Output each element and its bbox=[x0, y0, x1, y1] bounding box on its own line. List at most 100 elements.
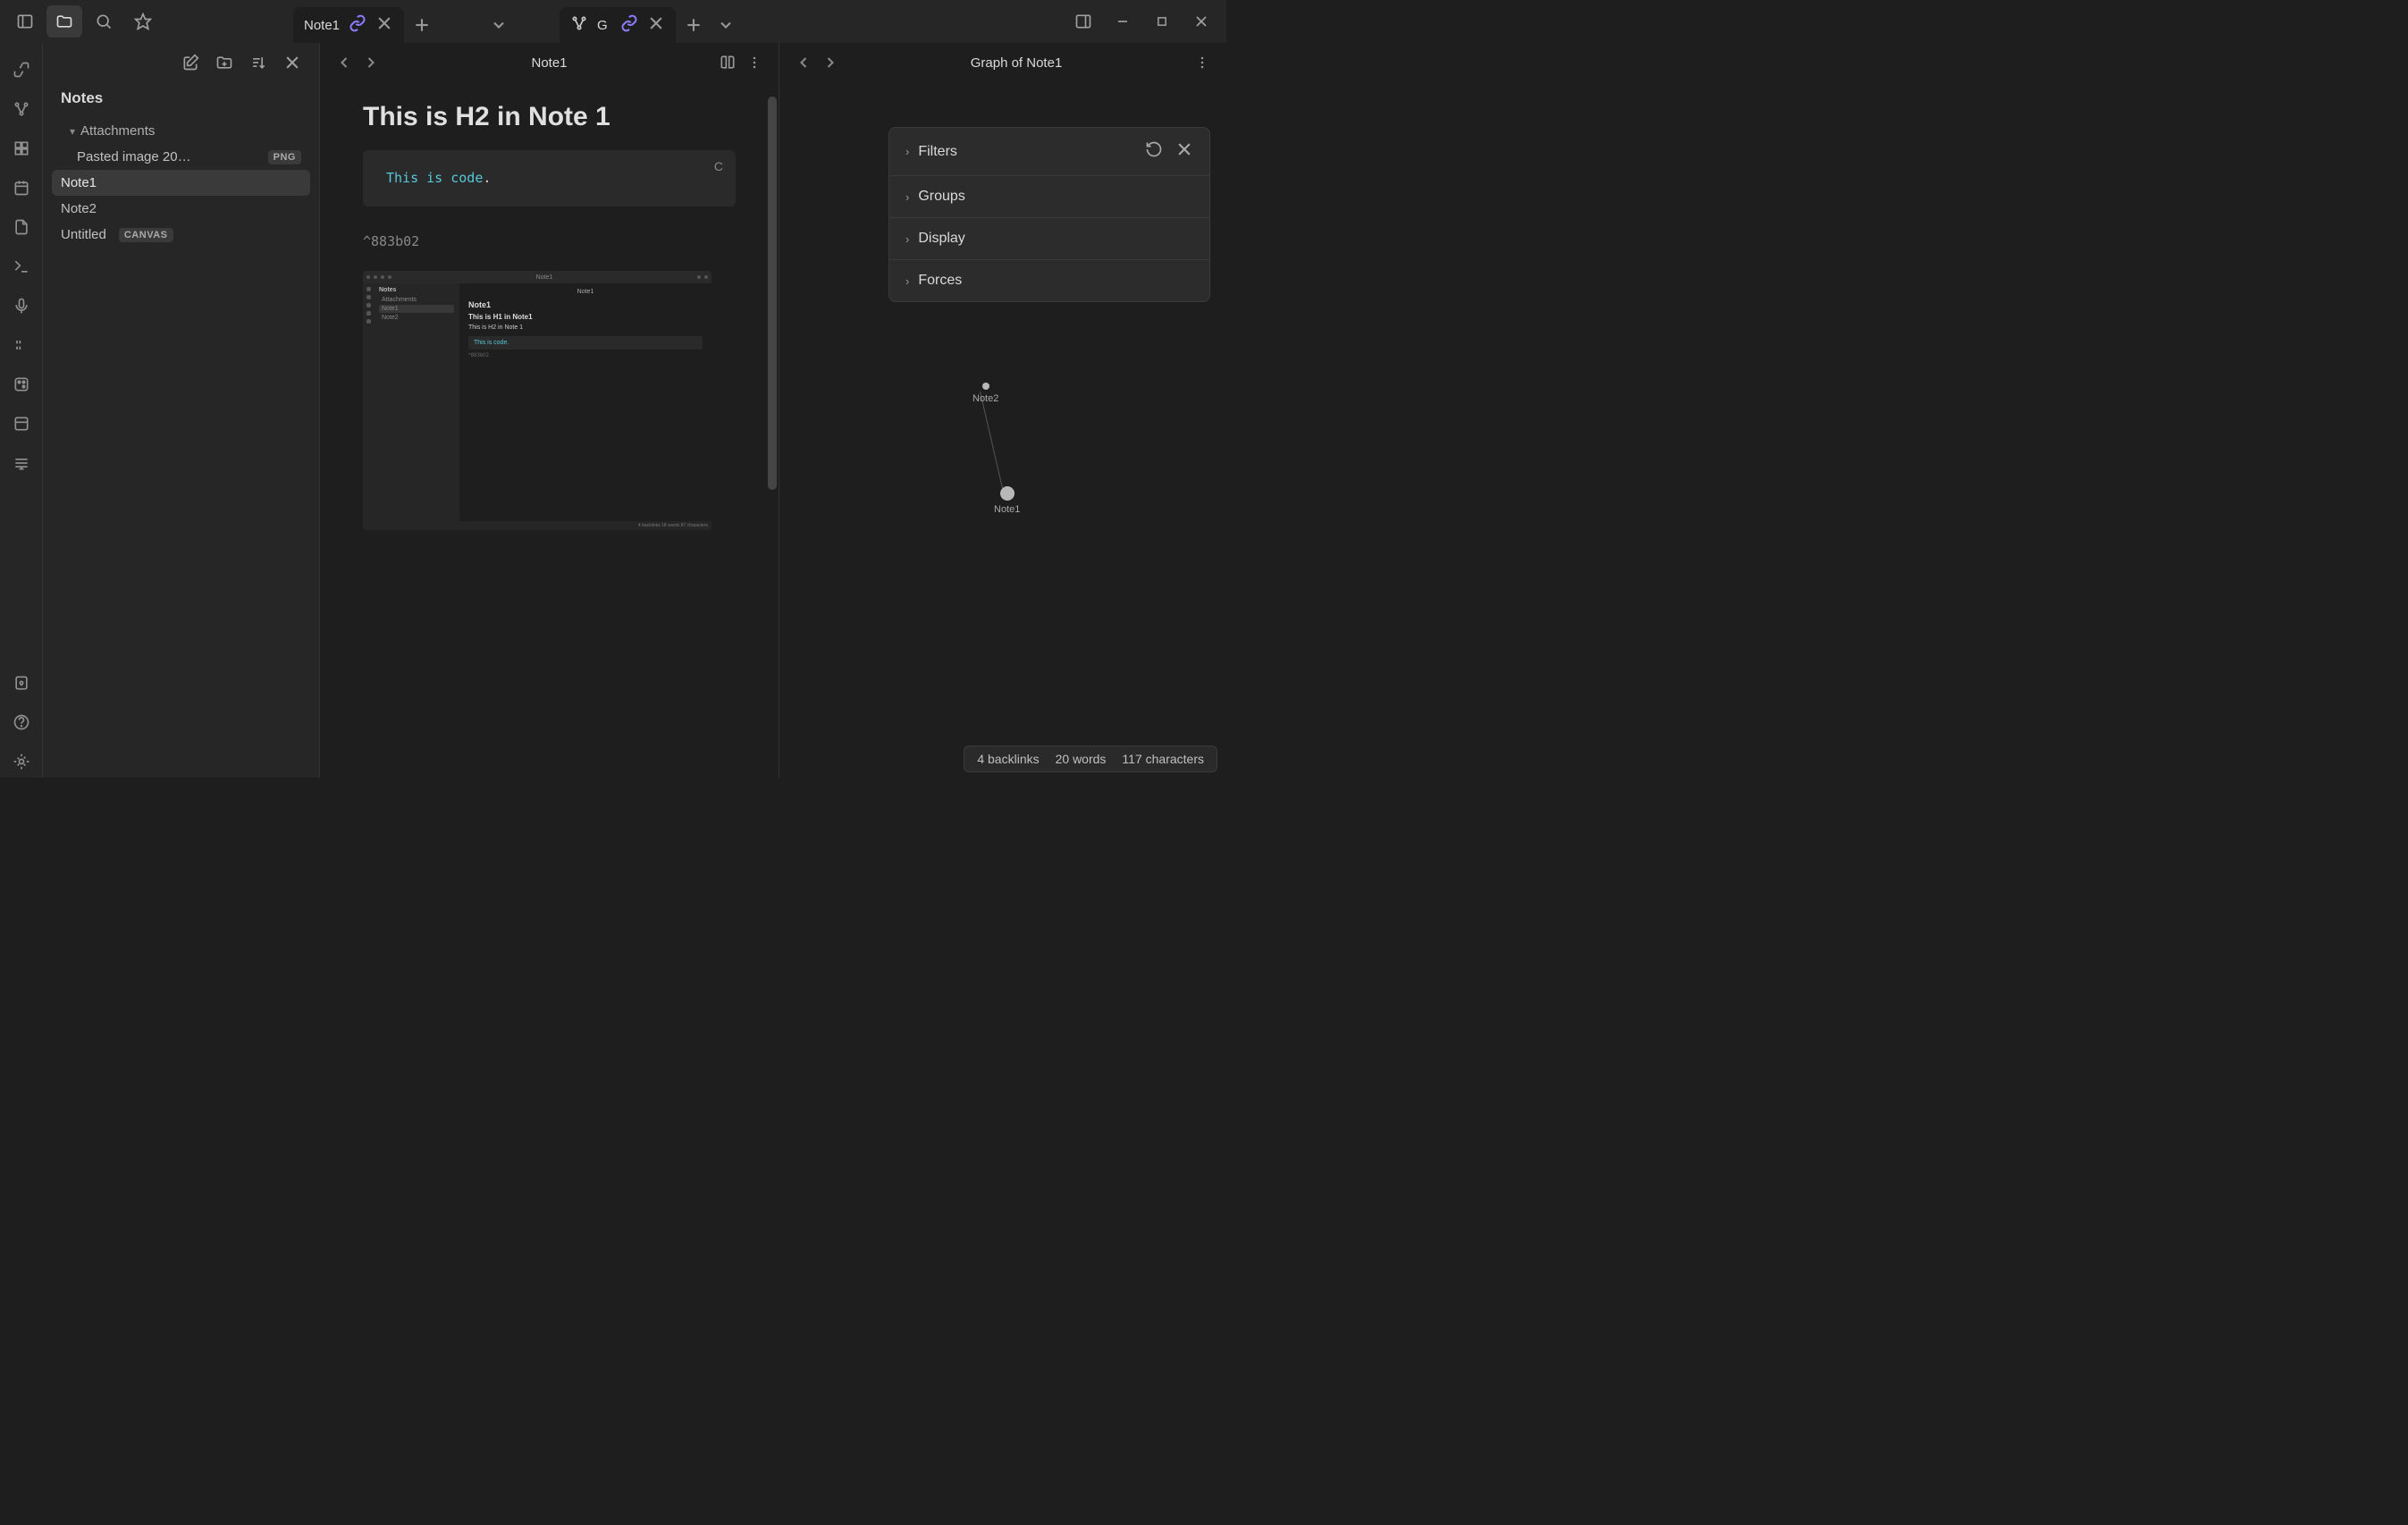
nav-forward-icon[interactable] bbox=[817, 49, 844, 76]
node-label: Note2 bbox=[972, 393, 998, 404]
quick-switcher-icon[interactable] bbox=[5, 54, 38, 86]
file-label: Untitled bbox=[61, 227, 106, 242]
ribbon bbox=[0, 43, 43, 778]
file-badge: CANVAS bbox=[119, 228, 173, 242]
status-bar: 4 backlinks 20 words 117 characters bbox=[964, 746, 1217, 772]
dice-icon[interactable] bbox=[5, 368, 38, 400]
markdown-icon[interactable] bbox=[5, 329, 38, 361]
control-label: Display bbox=[918, 231, 964, 247]
maximize-icon[interactable] bbox=[1144, 5, 1180, 38]
chevron-right-icon: › bbox=[905, 190, 909, 204]
more-options-icon[interactable] bbox=[1189, 49, 1216, 76]
tab-graph[interactable]: G bbox=[560, 7, 676, 43]
file-badge: PNG bbox=[268, 150, 301, 164]
new-tab-button-2[interactable] bbox=[678, 7, 710, 43]
close-icon[interactable] bbox=[647, 14, 665, 37]
bookmark-icon[interactable] bbox=[125, 5, 161, 38]
close-icon[interactable] bbox=[375, 14, 393, 37]
mic-icon[interactable] bbox=[5, 290, 38, 322]
graph-display-row[interactable]: › Display bbox=[889, 218, 1209, 260]
layout-icon[interactable] bbox=[5, 408, 38, 440]
graph-view-icon[interactable] bbox=[5, 93, 38, 125]
search-icon[interactable] bbox=[86, 5, 122, 38]
file-note1[interactable]: Note1 bbox=[52, 170, 310, 196]
canvas-icon[interactable] bbox=[5, 132, 38, 164]
graph-forces-row[interactable]: › Forces bbox=[889, 260, 1209, 301]
control-label: Groups bbox=[918, 189, 964, 205]
close-panel-icon[interactable] bbox=[1175, 140, 1193, 163]
sort-icon[interactable] bbox=[246, 50, 271, 75]
embedded-image[interactable]: Note1 Notes Attachments Note1 Note2 Note… bbox=[363, 271, 711, 530]
folder-label: Attachments bbox=[80, 123, 155, 139]
settings-icon[interactable] bbox=[5, 746, 38, 778]
stack-icon[interactable] bbox=[5, 447, 38, 479]
nav-forward-icon[interactable] bbox=[358, 49, 384, 76]
nav-back-icon[interactable] bbox=[331, 49, 358, 76]
graph-filters-row[interactable]: › Filters bbox=[889, 128, 1209, 176]
link-icon bbox=[349, 14, 366, 37]
main: Notes ▾ Attachments Pasted image 20… PNG… bbox=[0, 43, 1226, 778]
chevron-down-icon: ▾ bbox=[70, 125, 75, 138]
new-folder-icon[interactable] bbox=[212, 50, 237, 75]
control-label: Forces bbox=[918, 273, 962, 289]
graph-node-note2[interactable]: Note2 bbox=[972, 383, 998, 404]
sidebar-toolbar bbox=[43, 43, 319, 82]
help-icon[interactable] bbox=[5, 706, 38, 738]
graph-title: Graph of Note1 bbox=[844, 55, 1189, 71]
graph-node-note1[interactable]: Note1 bbox=[994, 486, 1020, 515]
new-note-icon[interactable] bbox=[178, 50, 203, 75]
vault-title[interactable]: Notes bbox=[43, 82, 319, 118]
templates-icon[interactable] bbox=[5, 211, 38, 243]
graph-controls-panel: › Filters › Groups › Display › bbox=[888, 127, 1210, 302]
link-icon bbox=[620, 14, 638, 37]
tab-label: G bbox=[597, 18, 611, 33]
graph-canvas[interactable]: Note2 Note1 › Filters › Groups bbox=[779, 82, 1226, 778]
status-backlinks[interactable]: 4 backlinks bbox=[977, 752, 1039, 766]
tab-note1[interactable]: Note1 bbox=[293, 7, 404, 43]
h2-heading: This is H2 in Note 1 bbox=[363, 102, 736, 132]
collapse-icon[interactable] bbox=[280, 50, 305, 75]
daily-note-icon[interactable] bbox=[5, 172, 38, 204]
command-palette-icon[interactable] bbox=[5, 250, 38, 282]
file-pasted-image[interactable]: Pasted image 20… PNG bbox=[52, 144, 310, 170]
reset-icon[interactable] bbox=[1145, 140, 1163, 163]
graph-edge bbox=[980, 392, 1005, 498]
file-label: Note2 bbox=[61, 201, 97, 216]
tab-label: Note1 bbox=[304, 18, 340, 33]
node-label: Note1 bbox=[994, 504, 1020, 515]
titlebar-left bbox=[0, 5, 168, 38]
chevron-right-icon: › bbox=[905, 145, 909, 158]
tab-dropdown-icon[interactable] bbox=[483, 7, 515, 43]
vault-icon[interactable] bbox=[5, 667, 38, 699]
code-block[interactable]: C This is code. bbox=[363, 150, 736, 206]
new-tab-button[interactable] bbox=[406, 7, 438, 43]
file-note2[interactable]: Note2 bbox=[52, 196, 310, 222]
titlebar-right bbox=[1065, 5, 1226, 38]
file-label: Pasted image 20… bbox=[77, 149, 263, 164]
graph-groups-row[interactable]: › Groups bbox=[889, 176, 1209, 218]
tab-dropdown-icon-2[interactable] bbox=[710, 7, 742, 43]
right-sidebar-toggle-icon[interactable] bbox=[1065, 5, 1101, 38]
nav-back-icon[interactable] bbox=[790, 49, 817, 76]
code-content: This is code bbox=[386, 170, 483, 186]
status-words[interactable]: 20 words bbox=[1056, 752, 1107, 766]
scrollbar[interactable] bbox=[768, 97, 777, 490]
graph-pane: Graph of Note1 Note2 Note1 › Filters bbox=[779, 43, 1226, 778]
minimize-icon[interactable] bbox=[1105, 5, 1141, 38]
code-language: C bbox=[714, 159, 723, 173]
tab-container: Note1 G bbox=[293, 0, 742, 43]
status-chars[interactable]: 117 characters bbox=[1122, 752, 1204, 766]
folder-attachments[interactable]: ▾ Attachments bbox=[52, 118, 310, 144]
graph-icon bbox=[570, 14, 588, 37]
editor-content[interactable]: Note1 This is H2 in Note 1 C This is cod… bbox=[320, 82, 779, 778]
editor-title[interactable]: Note1 bbox=[384, 55, 714, 71]
files-icon[interactable] bbox=[46, 5, 82, 38]
sidebar-toggle-icon[interactable] bbox=[7, 5, 43, 38]
editor-pane: Note1 Note1 This is H2 in Note 1 C This … bbox=[320, 43, 779, 778]
file-untitled-canvas[interactable]: Untitled CANVAS bbox=[52, 222, 310, 248]
titlebar: Note1 G bbox=[0, 0, 1226, 43]
reading-view-icon[interactable] bbox=[714, 49, 741, 76]
more-options-icon[interactable] bbox=[741, 49, 768, 76]
graph-header: Graph of Note1 bbox=[779, 43, 1226, 82]
close-window-icon[interactable] bbox=[1183, 5, 1219, 38]
